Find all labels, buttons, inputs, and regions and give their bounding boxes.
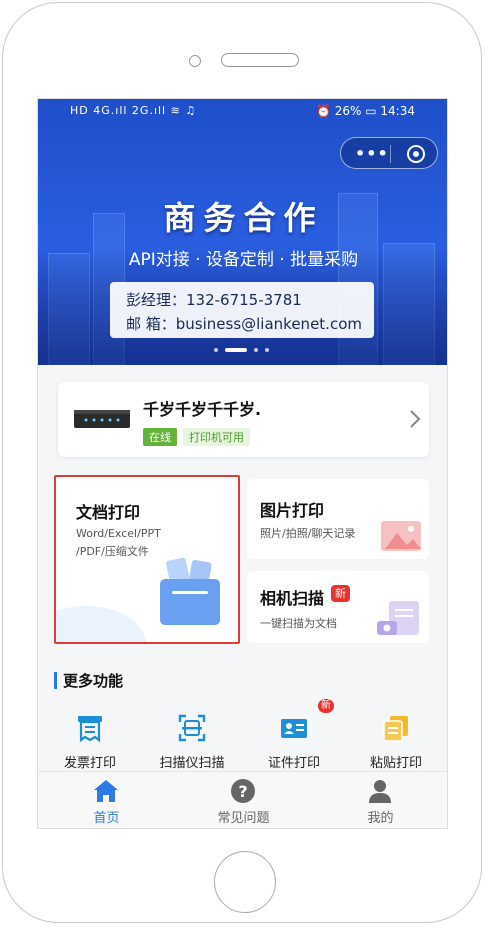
- tab-mine[interactable]: 我的: [312, 772, 447, 828]
- business-banner[interactable]: HD 4G.ıll 2G.ıll ≋ ♫ ⏰ 26% ▭ 14:34 ••• 商…: [38, 99, 447, 365]
- camera-scan-card[interactable]: 相机扫描 新 一键扫描为文档: [247, 571, 429, 643]
- image-print-desc: 照片/拍照/聊天记录: [260, 527, 356, 540]
- phone-home-button[interactable]: [214, 851, 276, 913]
- app-screen: HD 4G.ıll 2G.ıll ≋ ♫ ⏰ 26% ▭ 14:34 ••• 商…: [37, 98, 448, 829]
- status-bar: HD 4G.ıll 2G.ıll ≋ ♫ ⏰ 26% ▭ 14:34: [38, 99, 447, 125]
- more-functions-title: 更多功能: [63, 672, 124, 690]
- feature-label: 发票打印: [63, 756, 116, 771]
- printer-card[interactable]: 千岁千岁千千岁. 在线 打印机可用: [58, 382, 429, 457]
- paste-icon: [383, 716, 408, 742]
- status-left: HD 4G.ıll 2G.ıll ≋ ♫: [70, 104, 197, 117]
- section-bar: [54, 672, 57, 689]
- question-icon: ?: [231, 779, 255, 803]
- tab-label: 我的: [367, 811, 394, 826]
- image-print-title: 图片打印: [260, 501, 325, 520]
- bottom-tab-bar: 首页 ? 常见问题 我的: [38, 771, 447, 828]
- printer-device-icon: [74, 410, 130, 428]
- printer-status-badge: 打印机可用: [183, 428, 250, 446]
- camera-scan-desc: 一键扫描为文档: [260, 617, 337, 630]
- feature-label: 证件打印: [267, 756, 320, 771]
- picture-icon: [381, 521, 421, 551]
- mini-program-capsule: •••: [340, 137, 438, 169]
- contact-box: 彭经理：132-6715-3781 邮 箱：business@liankenet…: [110, 282, 374, 338]
- banner-subtitle: API对接 · 设备定制 · 批量采购: [128, 250, 359, 270]
- scanner-icon: [178, 714, 206, 742]
- phone-speaker: [221, 53, 299, 67]
- camera-scan-title: 相机扫描: [260, 589, 325, 608]
- printer-name: 千岁千岁千千岁.: [143, 400, 262, 419]
- feature-id-print[interactable]: 新 证件打印: [244, 699, 344, 777]
- tab-home[interactable]: 首页: [38, 772, 175, 828]
- online-badge: 在线: [143, 428, 177, 446]
- feature-paste-print[interactable]: 粘贴打印: [346, 707, 446, 777]
- document-print-card[interactable]: 文档打印 Word/Excel/PPT /PDF/压缩文件: [54, 475, 240, 644]
- status-right: ⏰ 26% ▭ 14:34: [316, 104, 415, 118]
- document-print-title: 文档打印: [76, 503, 141, 522]
- contact-manager: 彭经理：132-6715-3781: [126, 291, 302, 309]
- contact-email: 邮 箱：business@liankenet.com: [126, 315, 362, 333]
- user-icon: [369, 780, 391, 803]
- tab-label: 首页: [93, 811, 120, 826]
- more-menu-icon[interactable]: •••: [355, 144, 389, 163]
- background-curve-icon: [56, 606, 146, 642]
- document-print-desc-line1: Word/Excel/PPT: [76, 527, 161, 540]
- feature-label: 扫描仪扫描: [159, 756, 225, 771]
- feature-scanner-scan[interactable]: 扫描仪扫描: [142, 707, 242, 777]
- document-print-desc-line2: /PDF/压缩文件: [76, 545, 149, 558]
- image-print-card[interactable]: 图片打印 照片/拍照/聊天记录: [247, 479, 429, 559]
- folder-icon: [160, 557, 220, 625]
- close-target-icon[interactable]: [407, 145, 425, 163]
- new-badge: 新: [331, 585, 350, 602]
- id-card-icon: [281, 719, 307, 738]
- banner-title: 商务合作: [163, 199, 324, 237]
- feature-invoice-print[interactable]: 发票打印: [40, 707, 140, 777]
- tab-faq[interactable]: ? 常见问题: [175, 772, 312, 828]
- phone-camera: [189, 55, 201, 67]
- home-icon: [94, 780, 118, 802]
- scan-document-icon: [377, 601, 419, 635]
- invoice-icon: [78, 716, 102, 743]
- tab-label: 常见问题: [217, 811, 270, 826]
- chevron-right-icon: [410, 410, 421, 428]
- feature-label: 粘贴打印: [369, 756, 422, 771]
- new-badge: 新: [318, 699, 334, 713]
- svg-text:?: ?: [238, 782, 247, 801]
